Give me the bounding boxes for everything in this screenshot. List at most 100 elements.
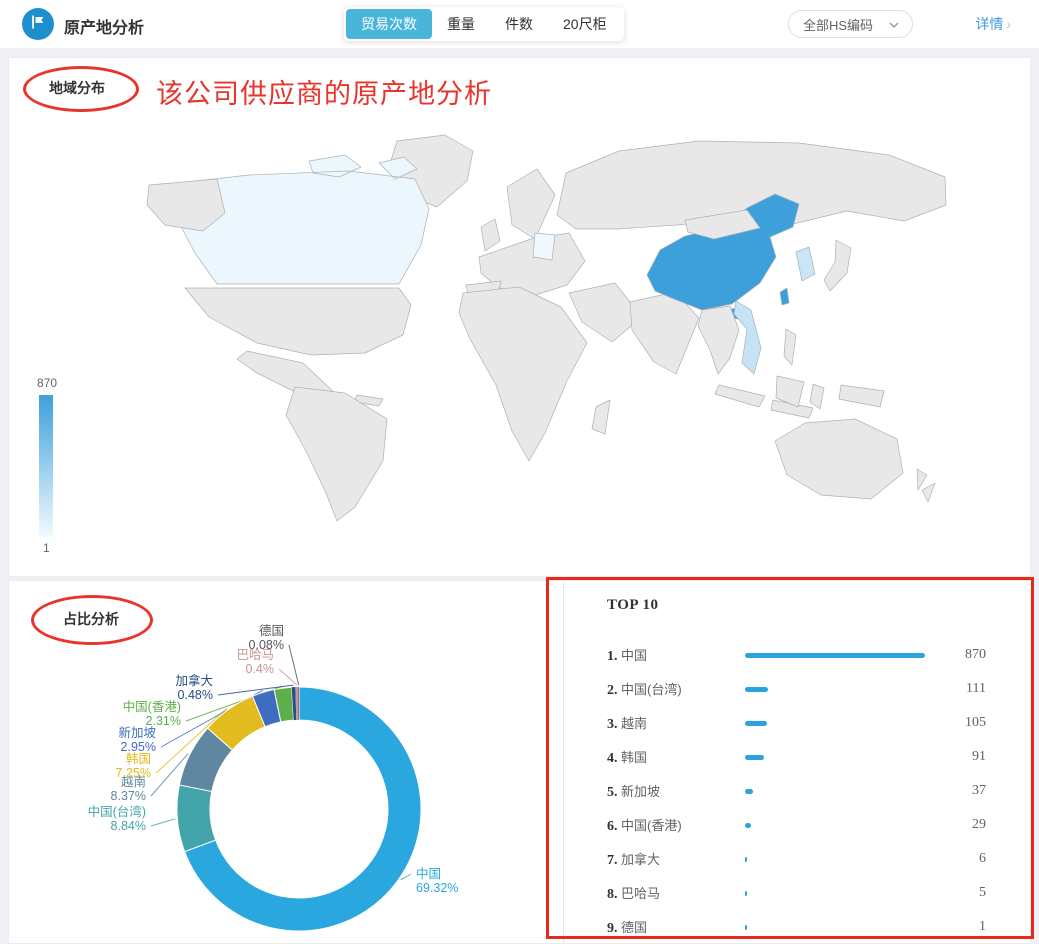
chevron-right-icon: › (1006, 16, 1011, 32)
list-item-name: 8. 巴哈马 (607, 883, 745, 903)
region-sumatra (715, 385, 765, 407)
region-japan (824, 240, 851, 291)
app-logo (22, 8, 54, 40)
list-item-value: 29 (931, 817, 986, 833)
list-item: 3. 越南 105 (607, 706, 986, 740)
list-item-bar (745, 891, 747, 896)
list-item: 4. 韩国 91 (607, 740, 986, 774)
list-item-value: 1 (931, 919, 986, 935)
donut-label-7: 加拿大0.48% (175, 673, 213, 702)
list-item-bar (745, 823, 751, 828)
legend-gradient-bar (39, 395, 53, 537)
list-item: 2. 中国(台湾) 111 (607, 672, 986, 706)
region-korea (796, 247, 815, 281)
region-distribution-card: 地域分布 该公司供应商的原产地分析 870 (8, 57, 1031, 577)
donut-label-9: 德国0.08% (249, 623, 284, 652)
tab-trade-count[interactable]: 贸易次数 (346, 9, 432, 39)
donut-label-4: 韩国7.25% (116, 751, 151, 780)
list-item: 6. 中国(香港)29 (607, 808, 986, 842)
list-item-name: 9. 德国 (607, 917, 745, 937)
list-item-bar (745, 653, 925, 658)
legend-max: 870 (37, 376, 57, 390)
top-header: 原产地分析 贸易次数重量件数20尺柜 全部HS编码 详情› (0, 0, 1039, 48)
list-item-bar (745, 755, 764, 760)
list-item-value: 91 (931, 749, 986, 765)
donut-label-6: 中国(香港)2.31% (123, 699, 181, 728)
donut-slice-2[interactable] (177, 785, 216, 852)
donut-leader-line (401, 874, 411, 880)
region-usa (185, 288, 411, 355)
donut-leader-line (279, 669, 297, 685)
list-item-name: 1. 中国 (607, 645, 745, 665)
top10-panel: TOP 10 1. 中国 870 2. 中国(台湾) 111 3. 越南 105 4. 韩国… (563, 581, 1029, 944)
donut-chart[interactable]: 中国69.32%中国(台湾)8.84%越南8.37%韩国7.25%新加坡2.95… (9, 581, 569, 944)
list-item-rank: 3. (607, 717, 621, 732)
list-item-bar-track (745, 653, 931, 658)
list-item-rank: 4. (607, 751, 621, 766)
list-item-name: 2. 中国(台湾) (607, 679, 745, 699)
list-item-name: 4. 韩国 (607, 747, 745, 767)
region-scandinavia (507, 169, 555, 239)
region-uk (481, 219, 500, 251)
list-item-bar-track (745, 755, 931, 760)
list-item-bar-track (745, 857, 931, 862)
list-item-value: 111 (931, 681, 986, 697)
list-item-name: 5. 新加坡 (607, 781, 745, 801)
legend-min: 1 (37, 541, 57, 555)
list-item-bar (745, 857, 747, 862)
list-item-bar-track (745, 721, 931, 726)
region-south-america (286, 387, 387, 521)
list-item-rank: 1. (607, 649, 621, 664)
list-item-bar (745, 925, 747, 930)
list-item-name: 7. 加拿大 (607, 849, 745, 869)
region-germany (533, 233, 555, 260)
list-item-rank: 6. (607, 819, 621, 834)
list-item-rank: 7. (607, 853, 621, 868)
top10-title: TOP 10 (607, 597, 986, 614)
region-madagascar (592, 400, 610, 434)
list-item-value: 5 (931, 885, 986, 901)
hs-code-select-value: 全部HS编码 (803, 15, 873, 34)
metric-tabs: 贸易次数重量件数20尺柜 (344, 7, 624, 41)
list-item-value: 6 (931, 851, 986, 867)
tab-weight[interactable]: 重量 (432, 9, 490, 39)
hs-code-select[interactable]: 全部HS编码 (788, 10, 913, 38)
donut-leader-line (151, 819, 175, 826)
list-item-rank: 2. (607, 683, 621, 698)
tab-20ft-container[interactable]: 20尺柜 (548, 9, 622, 39)
donut-label-8: 巴哈马0.4% (236, 648, 274, 676)
list-item-bar-track (745, 925, 931, 930)
donut-label-1: 中国69.32% (416, 866, 458, 895)
region-new-guinea (839, 385, 884, 407)
detail-link-label: 详情 (975, 16, 1003, 32)
list-item: 5. 新加坡37 (607, 774, 986, 808)
region-thailand (698, 306, 739, 374)
chevron-down-icon (888, 17, 900, 32)
section-title-ratio: 占比分析 (63, 609, 119, 629)
list-item-value: 870 (931, 647, 986, 663)
section-title-region: 地域分布 (49, 78, 105, 98)
list-item-value: 105 (931, 715, 986, 731)
region-sulawesi (810, 384, 824, 409)
region-africa (459, 287, 587, 461)
list-item-rank: 9. (607, 921, 621, 936)
donut-label-2: 中国(台湾)8.84% (88, 804, 146, 833)
page-title: 原产地分析 (64, 14, 144, 38)
list-item-rank: 8. (607, 887, 621, 902)
list-item-bar-track (745, 891, 931, 896)
list-item-rank: 5. (607, 785, 621, 800)
list-item-name: 3. 越南 (607, 713, 745, 733)
region-philippines (784, 329, 796, 365)
list-item-bar-track (745, 789, 931, 794)
tab-piece-count[interactable]: 件数 (490, 9, 548, 39)
list-item: 8. 巴哈马 5 (607, 876, 986, 910)
ratio-analysis-card: 占比分析 中国69.32%中国(台湾)8.84%越南8.37%韩国7.25%新加… (8, 580, 1031, 944)
flag-icon (28, 12, 48, 37)
region-new-zealand (917, 469, 935, 502)
world-map[interactable] (99, 133, 961, 528)
top10-list: 1. 中国 870 2. 中国(台湾) 111 3. 越南 105 4. 韩国 91 5. 新加… (607, 638, 986, 944)
list-item-bar (745, 687, 768, 692)
list-item-bar (745, 789, 753, 794)
donut-label-5: 新加坡2.95% (118, 725, 156, 754)
detail-link[interactable]: 详情› (975, 14, 1011, 34)
